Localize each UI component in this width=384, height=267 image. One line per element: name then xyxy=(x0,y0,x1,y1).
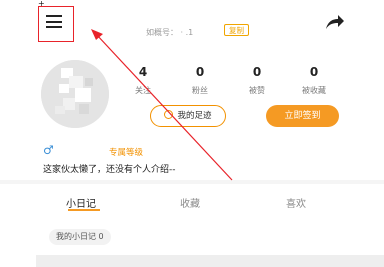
stat-collected-value: 0 xyxy=(309,65,319,79)
stat-following-label: 关注 xyxy=(135,86,151,95)
profile-bio: 这家伙太懒了，还没有个人介绍-- xyxy=(43,165,176,175)
stat-likes-label: 被赞 xyxy=(249,86,265,95)
stat-collected-label: 被收藏 xyxy=(302,86,326,95)
stat-collected[interactable]: 0 被收藏 xyxy=(289,64,339,96)
share-icon[interactable] xyxy=(322,11,346,33)
copy-id-button[interactable]: 复制 xyxy=(224,24,249,36)
my-footprint-label: 我的足迹 xyxy=(177,111,212,121)
tab-likes[interactable]: 喜欢 xyxy=(286,195,306,210)
my-diary-count-chip[interactable]: 我的小日记 0 xyxy=(49,229,111,245)
account-id-label: 如概号： · .1 xyxy=(146,28,194,37)
stat-fans-value: 0 xyxy=(195,65,205,79)
exclusive-level-badge[interactable]: 专属等级 xyxy=(109,146,143,158)
active-tab-underline xyxy=(68,209,100,211)
my-footprint-button[interactable]: 我的足迹 xyxy=(150,105,226,127)
check-in-button[interactable]: 立即签到 xyxy=(266,105,339,127)
content-placeholder-bar xyxy=(36,255,384,267)
stat-likes[interactable]: 0 被赞 xyxy=(232,64,282,96)
male-gender-icon: ♂ xyxy=(43,143,54,157)
stat-following[interactable]: 4 关注 xyxy=(118,64,168,96)
hamburger-menu-icon[interactable] xyxy=(46,15,62,28)
footprint-icon xyxy=(164,110,174,119)
section-divider xyxy=(0,180,384,184)
tab-diary[interactable]: 小日记 xyxy=(66,195,96,210)
stat-following-value: 4 xyxy=(138,65,148,79)
tab-favorites[interactable]: 收藏 xyxy=(180,195,200,210)
stat-fans[interactable]: 0 粉丝 xyxy=(175,64,225,96)
avatar[interactable] xyxy=(41,60,109,128)
stat-fans-label: 粉丝 xyxy=(192,86,208,95)
stat-likes-value: 0 xyxy=(252,65,262,79)
